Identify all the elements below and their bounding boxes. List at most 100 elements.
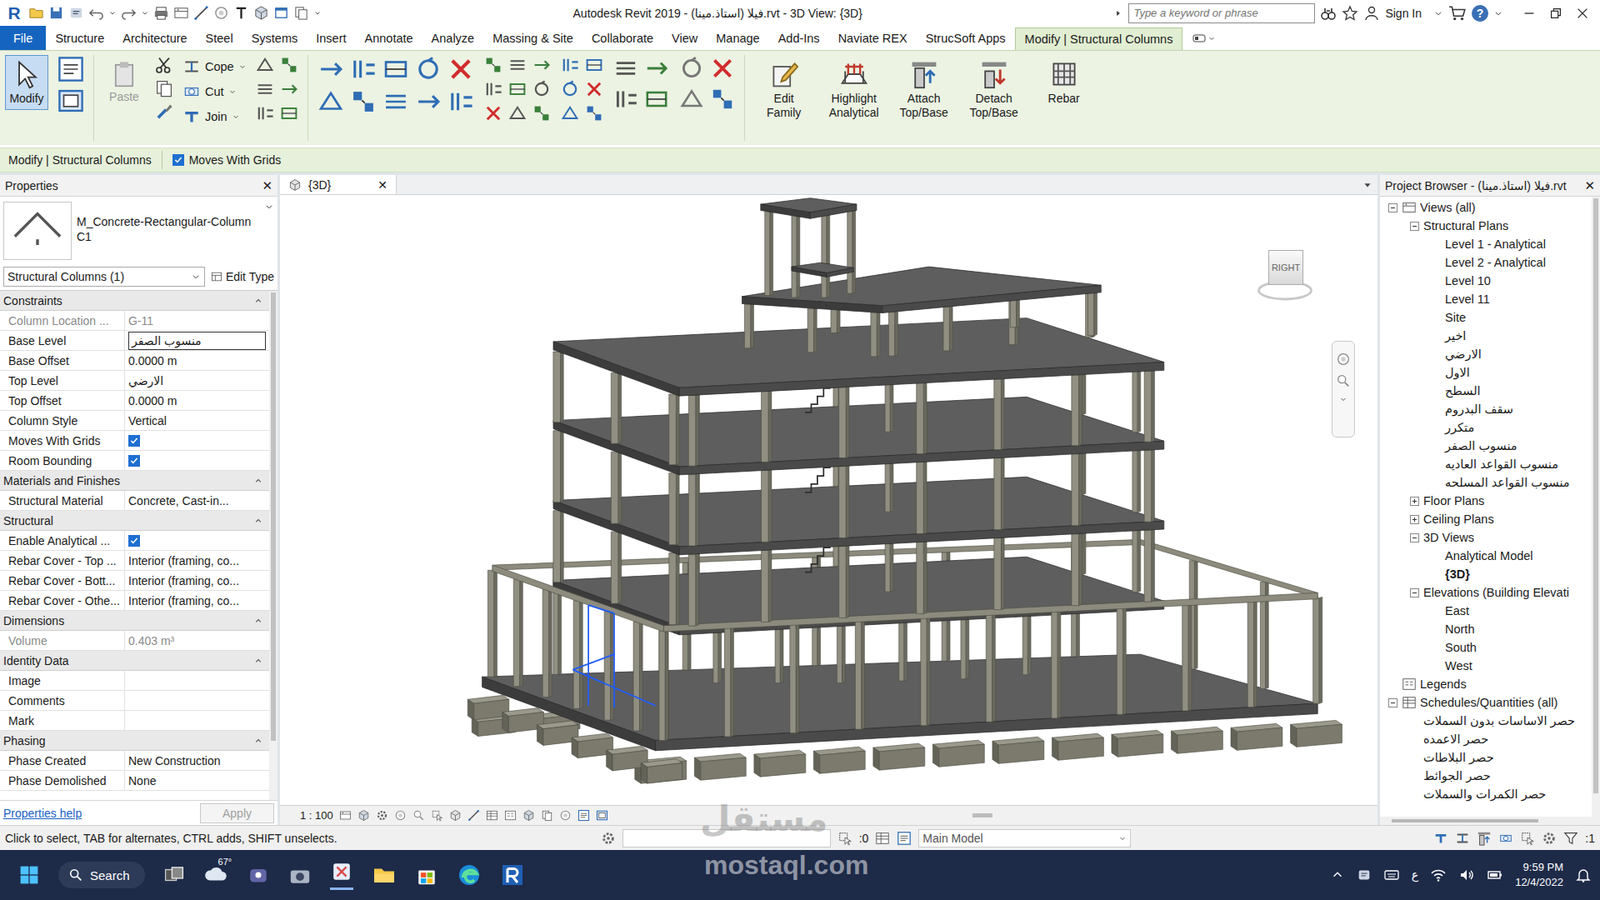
column[interactable] [791, 213, 797, 298]
user-icon[interactable] [1363, 5, 1380, 22]
column[interactable] [487, 570, 494, 677]
property-value[interactable]: Vertical [125, 410, 270, 430]
view-control-icon[interactable] [504, 809, 517, 822]
tree-item[interactable]: اخير [1380, 326, 1592, 345]
chevron-icon[interactable] [1330, 867, 1345, 883]
tree-item[interactable]: South [1380, 638, 1592, 657]
redo-icon[interactable] [120, 5, 137, 21]
tool-icon[interactable] [531, 55, 552, 75]
undo-icon[interactable] [88, 5, 105, 21]
scrollbar[interactable] [269, 290, 278, 800]
column[interactable] [1071, 375, 1080, 446]
zoom-icon[interactable] [1335, 373, 1351, 389]
column-side[interactable] [1188, 603, 1192, 711]
tool-icon[interactable] [531, 103, 552, 124]
dropdown-icon[interactable] [1207, 34, 1216, 43]
tool-icon[interactable] [279, 55, 300, 75]
tree-item[interactable]: Site [1380, 308, 1592, 327]
column[interactable] [513, 579, 520, 686]
column-side[interactable] [695, 394, 700, 466]
column[interactable] [1144, 450, 1152, 522]
column[interactable] [542, 590, 549, 698]
column-side[interactable] [814, 307, 818, 353]
column[interactable] [994, 538, 1002, 610]
geometry-tool[interactable]: Cut [182, 80, 247, 104]
close-icon[interactable] [1575, 5, 1590, 21]
tool-icon[interactable] [255, 79, 275, 100]
cloud-icon[interactable] [68, 5, 85, 21]
column[interactable] [610, 531, 619, 604]
expand-icon[interactable] [1113, 8, 1124, 19]
tool-icon[interactable] [531, 79, 552, 100]
footing[interactable] [1236, 727, 1282, 750]
column-side[interactable] [768, 469, 772, 542]
expander[interactable] [1410, 515, 1420, 525]
column[interactable] [994, 458, 1002, 530]
folderview-icon[interactable] [173, 5, 190, 21]
collapse-icon[interactable] [252, 735, 265, 747]
tool-icon[interactable] [560, 79, 580, 100]
footing[interactable] [647, 763, 683, 785]
column-side[interactable] [494, 569, 498, 677]
restore-icon[interactable] [1548, 5, 1564, 21]
column-side[interactable] [695, 473, 700, 546]
column-side[interactable] [1057, 610, 1061, 719]
slab-edge[interactable] [882, 285, 1101, 313]
tree-item[interactable]: حصر الجوائط [1380, 766, 1592, 785]
dropdown-icon[interactable] [238, 62, 247, 71]
tool-icon[interactable] [709, 85, 736, 113]
column[interactable] [1144, 530, 1152, 602]
column[interactable] [688, 395, 696, 466]
building-model[interactable] [280, 195, 1378, 805]
property-group[interactable]: Phasing [0, 730, 270, 751]
column-side[interactable] [675, 471, 680, 545]
column[interactable] [669, 394, 677, 465]
tool-icon[interactable] [483, 55, 504, 75]
property-value[interactable] [125, 670, 270, 690]
scroll-thumb[interactable] [972, 813, 993, 818]
tool-icon[interactable] [483, 103, 504, 124]
column[interactable] [790, 624, 796, 734]
column-side[interactable] [895, 310, 899, 356]
column[interactable] [1132, 440, 1138, 513]
column-side[interactable] [923, 460, 927, 534]
tool-icon[interactable] [643, 55, 670, 82]
ribbon-tab[interactable]: Naviate REX [829, 25, 917, 50]
moves-with-grids-option[interactable]: Moves With Grids [172, 153, 281, 167]
tree-item[interactable]: Structural Plans [1380, 216, 1592, 235]
ribbon-button[interactable]: Edit Family [753, 55, 815, 125]
column-side[interactable] [560, 350, 565, 423]
column-side[interactable] [826, 212, 830, 298]
collapse-icon[interactable] [252, 615, 265, 627]
column[interactable] [659, 630, 665, 741]
tool-icon[interactable] [446, 87, 475, 116]
ribbon-tab[interactable]: Steel [196, 25, 243, 50]
column-side[interactable] [618, 371, 622, 444]
footing[interactable] [1051, 737, 1058, 760]
column-side[interactable] [695, 553, 700, 626]
expander[interactable] [1410, 588, 1420, 598]
model-dropdown[interactable]: Main Model [918, 829, 1131, 848]
column-side[interactable] [923, 540, 927, 614]
footing[interactable] [1177, 730, 1223, 754]
edge-icon[interactable] [456, 862, 482, 888]
view-scale[interactable]: 1 : 100 [300, 809, 334, 822]
column[interactable] [1087, 291, 1094, 336]
tool-icon[interactable] [678, 55, 705, 82]
tool-icon[interactable] [678, 85, 705, 113]
column[interactable] [633, 621, 640, 731]
footing[interactable] [932, 744, 939, 767]
input-language[interactable]: ع [1411, 868, 1419, 882]
collapse-icon[interactable] [252, 515, 265, 527]
tree-item[interactable]: الارضي [1380, 345, 1592, 364]
tool-icon[interactable] [643, 85, 670, 113]
beam[interactable] [1140, 539, 1318, 598]
ribbon-tab[interactable]: View [662, 25, 707, 50]
steering-wheel-icon[interactable] [1335, 351, 1351, 367]
modify-button[interactable]: Modify [5, 55, 49, 110]
gear-icon[interactable] [1541, 830, 1557, 846]
footing[interactable] [1170, 730, 1177, 754]
windows-start-icon[interactable] [18, 864, 40, 886]
footing[interactable] [1111, 734, 1118, 757]
column-side[interactable] [610, 610, 615, 720]
